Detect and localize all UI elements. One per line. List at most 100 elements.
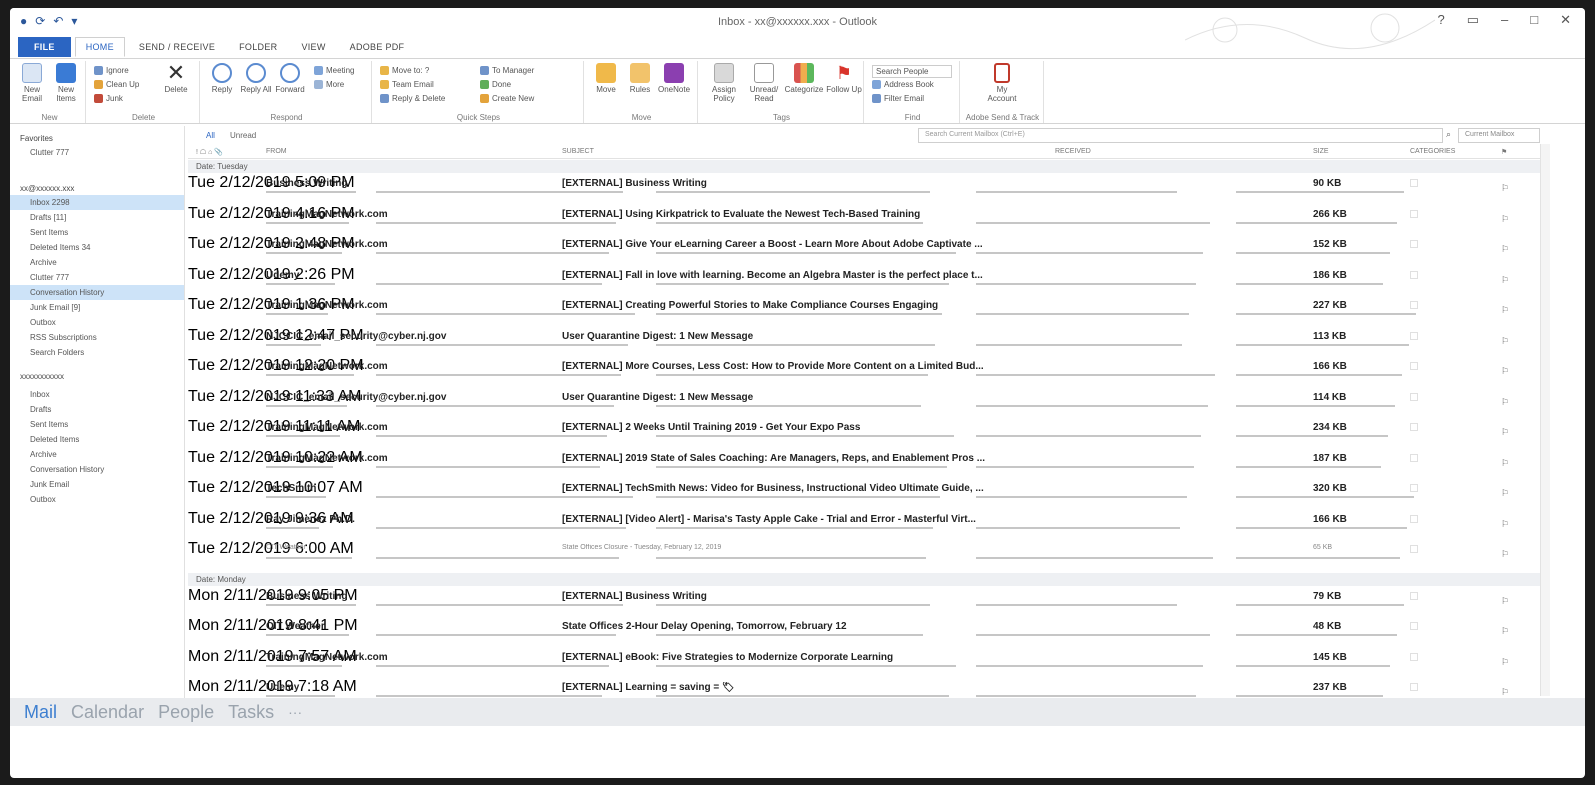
folder2-sent-items[interactable]: Sent Items <box>10 417 184 432</box>
maximize-icon[interactable]: □ <box>1530 12 1538 28</box>
tab-send-receive[interactable]: SEND / RECEIVE <box>129 38 225 56</box>
new-email-button[interactable]: New Email <box>16 63 48 103</box>
message-row[interactable]: TrainingMagNetwork.com [EXTERNAL] 2019 St… <box>188 449 1540 480</box>
folder2-outbox[interactable]: Outbox <box>10 492 184 507</box>
follow-up-flag-icon[interactable]: ⚐ <box>1501 305 1509 316</box>
folder2-drafts[interactable]: Drafts <box>10 402 184 417</box>
assign-policy-button[interactable]: Assign Policy <box>704 63 744 103</box>
quick-step-team-email[interactable]: Team Email <box>380 80 434 89</box>
message-row[interactable]: Udemy [EXTERNAL] Fall in love with learni… <box>188 266 1540 297</box>
quick-step-to-manager[interactable]: To Manager <box>480 66 534 75</box>
filter-unread[interactable]: Unread <box>230 131 256 140</box>
category-box[interactable] <box>1410 545 1418 553</box>
onenote-button[interactable]: OneNote <box>658 63 690 94</box>
message-row[interactable]: OIT Weather State Offices 2-Hour Delay Op… <box>188 617 1540 648</box>
category-box[interactable] <box>1410 591 1418 600</box>
follow-up-flag-icon[interactable]: ⚐ <box>1501 244 1509 255</box>
message-row[interactable]: TrainingMagNetwork.com [EXTERNAL] More Co… <box>188 357 1540 388</box>
rules-button[interactable]: Rules <box>624 63 656 94</box>
account2-header[interactable]: xxxxxxxxxxx <box>10 370 184 383</box>
follow-up-flag-icon[interactable]: ⚐ <box>1501 214 1509 225</box>
message-row[interactable]: TrainingMagNetwork.com [EXTERNAL] Creatin… <box>188 296 1540 327</box>
follow-up-flag-icon[interactable]: ⚐ <box>1501 275 1509 286</box>
message-row[interactable]: TrainingMagNetwork.com [EXTERNAL] eBook: … <box>188 648 1540 679</box>
category-box[interactable] <box>1410 392 1418 401</box>
folder-drafts[interactable]: Drafts [11] <box>10 210 184 225</box>
nav-calendar[interactable]: Calendar <box>71 702 144 723</box>
message-row[interactable]: Business Writing [EXTERNAL] Business Writ… <box>188 587 1540 618</box>
message-row[interactable]: OIT Weather State Offices Closure - Tuesd… <box>188 540 1540 571</box>
category-box[interactable] <box>1410 514 1418 523</box>
reply-all-button[interactable]: Reply All <box>240 63 272 94</box>
clean-up-button[interactable]: Clean Up <box>94 80 139 89</box>
column-size[interactable]: SIZE <box>1313 148 1329 155</box>
category-box[interactable] <box>1410 331 1418 340</box>
folder2-deleted-items[interactable]: Deleted Items <box>10 432 184 447</box>
category-box[interactable] <box>1410 683 1418 691</box>
follow-up-flag-icon[interactable]: ⚐ <box>1501 427 1509 438</box>
follow-up-flag-icon[interactable]: ⚐ <box>1501 657 1509 668</box>
follow-up-flag-icon[interactable]: ⚐ <box>1501 596 1509 607</box>
folder2-archive[interactable]: Archive <box>10 447 184 462</box>
folder-outbox[interactable]: Outbox <box>10 315 184 330</box>
group-header[interactable]: Date: Monday <box>188 572 1540 586</box>
folder-clutter[interactable]: Clutter 777 <box>10 270 184 285</box>
close-icon[interactable]: ✕ <box>1560 12 1571 28</box>
folder-junk-email[interactable]: Junk Email [9] <box>10 300 184 315</box>
help-icon[interactable]: ? <box>1437 12 1444 28</box>
folder-inbox[interactable]: Inbox 2298 <box>10 195 184 210</box>
meeting-button[interactable]: Meeting <box>314 66 354 75</box>
forward-button[interactable]: Forward <box>274 63 306 94</box>
filter-all[interactable]: All <box>206 131 215 140</box>
tab-adobe-pdf[interactable]: ADOBE PDF <box>340 38 415 56</box>
quick-step-reply-delete[interactable]: Reply & Delete <box>380 94 445 103</box>
ribbon-display-icon[interactable]: ▭ <box>1467 12 1479 28</box>
category-box[interactable] <box>1410 622 1418 630</box>
category-box[interactable] <box>1410 362 1418 370</box>
follow-up-flag-icon[interactable]: ⚐ <box>1501 488 1509 499</box>
minimize-icon[interactable]: – <box>1501 12 1508 28</box>
category-box[interactable] <box>1410 652 1418 661</box>
folder-conversation-history[interactable]: Conversation History <box>10 285 184 300</box>
ignore-button[interactable]: Ignore <box>94 66 129 75</box>
follow-up-flag-icon[interactable]: ⚐ <box>1501 397 1509 408</box>
category-box[interactable] <box>1410 240 1418 248</box>
column-categories[interactable]: CATEGORIES <box>1410 148 1455 155</box>
categorize-button[interactable]: Categorize <box>784 63 824 94</box>
quick-step-create-new[interactable]: Create New <box>480 94 534 103</box>
quick-step-move-to[interactable]: Move to: ? <box>380 66 429 75</box>
filter-email-button[interactable]: Filter Email <box>872 94 924 103</box>
vertical-scrollbar[interactable] <box>1540 144 1550 696</box>
folder-rss[interactable]: RSS Subscriptions <box>10 330 184 345</box>
follow-up-flag-icon[interactable]: ⚐ <box>1501 336 1509 347</box>
category-box[interactable] <box>1410 179 1418 187</box>
more-respond-button[interactable]: More <box>314 80 344 89</box>
quick-step-done[interactable]: Done <box>480 80 511 89</box>
new-items-button[interactable]: New Items <box>50 63 82 103</box>
search-input[interactable]: Search Current Mailbox (Ctrl+E) <box>918 128 1443 143</box>
search-scope-select[interactable]: Current Mailbox <box>1458 128 1540 143</box>
column-icons[interactable]: ! ☖ ⌂ 📎 <box>196 148 223 156</box>
column-flag-icon[interactable]: ⚑ <box>1501 148 1507 156</box>
folder-sent-items[interactable]: Sent Items <box>10 225 184 240</box>
junk-button[interactable]: Junk <box>94 94 123 103</box>
column-from[interactable]: FROM <box>266 148 287 155</box>
category-box[interactable] <box>1410 209 1418 218</box>
nav-mail[interactable]: Mail <box>24 702 57 723</box>
message-row[interactable]: NJCCIC_email_security@cyber.nj.gov User Q… <box>188 327 1540 358</box>
category-box[interactable] <box>1410 484 1418 492</box>
message-row[interactable]: Ray Jimenez Ph.D. [EXTERNAL] [Video Alert… <box>188 510 1540 541</box>
category-box[interactable] <box>1410 270 1418 279</box>
unread-read-button[interactable]: Unread/ Read <box>746 63 782 103</box>
message-row[interactable]: Business Writing [EXTERNAL] Business Writ… <box>188 174 1540 205</box>
delete-button[interactable]: ✕ Delete <box>160 62 192 95</box>
follow-up-flag-icon[interactable]: ⚐ <box>1501 626 1509 637</box>
folder-deleted-items[interactable]: Deleted Items 34 <box>10 240 184 255</box>
message-row[interactable]: TrainingMagNetwork.com [EXTERNAL] Give Yo… <box>188 235 1540 266</box>
my-account-button[interactable]: My Account <box>986 63 1018 103</box>
message-row[interactable]: NJCCIC_email_security@cyber.nj.gov User Q… <box>188 388 1540 419</box>
nav-tasks[interactable]: Tasks <box>228 702 274 723</box>
folder2-inbox[interactable]: Inbox <box>10 387 184 402</box>
folder-search-folders[interactable]: Search Folders <box>10 345 184 360</box>
address-book-button[interactable]: Address Book <box>872 80 934 89</box>
